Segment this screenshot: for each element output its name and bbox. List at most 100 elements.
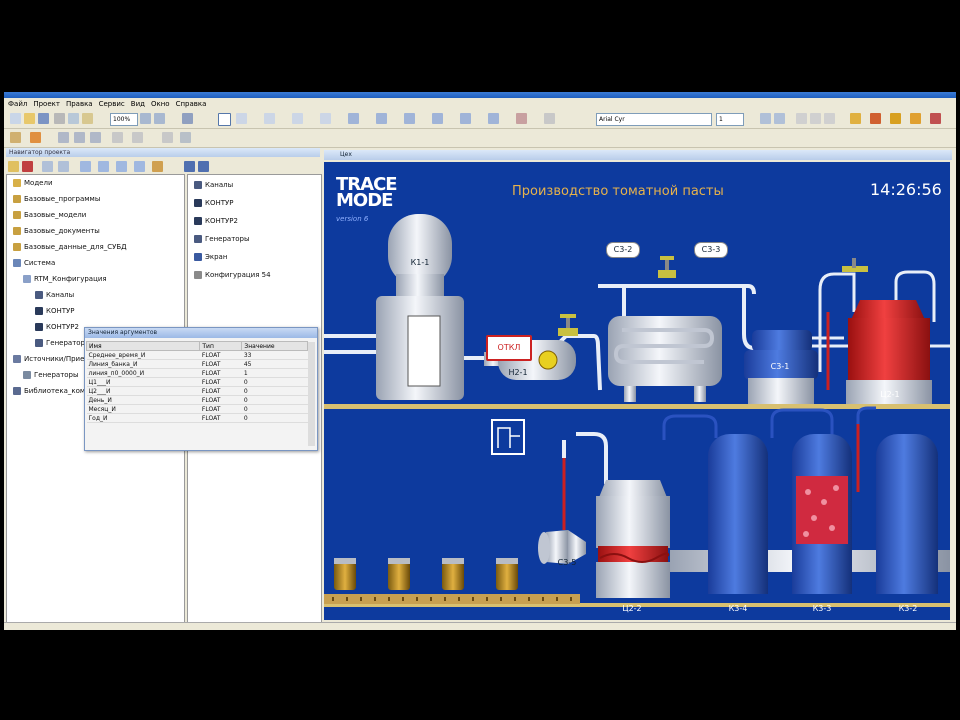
- image-tool-icon[interactable]: [348, 113, 359, 124]
- arguments-dialog[interactable]: Значения аргументов Имя Тип Значение Сре…: [84, 327, 318, 451]
- tree-paste-icon[interactable]: [58, 161, 69, 172]
- ellipse-tool-icon[interactable]: [292, 113, 303, 124]
- list-item[interactable]: КОНТУР: [194, 199, 234, 207]
- gauge-tool-icon[interactable]: [432, 113, 443, 124]
- step-icon[interactable]: [74, 132, 85, 143]
- table-row[interactable]: линия_п0_0000_И FLOAT 1: [86, 368, 308, 378]
- fill-color-icon[interactable]: [850, 113, 861, 124]
- bar-tool-icon[interactable]: [460, 113, 471, 124]
- pump-off-indicator[interactable]: ОТКЛ: [486, 335, 532, 361]
- monitor-icon[interactable]: [112, 132, 123, 143]
- paste-icon[interactable]: [82, 113, 93, 124]
- tree-view-grid-icon[interactable]: [198, 161, 209, 172]
- link-tool-icon[interactable]: [516, 113, 527, 124]
- run-icon[interactable]: [10, 132, 21, 143]
- tree-item[interactable]: Генераторы: [35, 339, 91, 347]
- new-icon[interactable]: [10, 113, 21, 124]
- cell-value[interactable]: 0: [241, 395, 308, 405]
- menu-file[interactable]: Файл: [8, 98, 27, 110]
- jar[interactable]: [442, 558, 464, 590]
- tank-ts2-2[interactable]: [596, 480, 670, 598]
- level-indicator[interactable]: [491, 419, 525, 455]
- list-item[interactable]: Генераторы: [194, 235, 250, 243]
- align-left-icon[interactable]: [760, 113, 771, 124]
- tree-item[interactable]: Система: [13, 259, 55, 267]
- tree-item[interactable]: Базовые_модели: [13, 211, 86, 219]
- table-row[interactable]: Ц1___И FLOAT 0: [86, 377, 308, 387]
- label-s3-2[interactable]: С3-2: [606, 242, 640, 258]
- grid-icon[interactable]: [182, 113, 193, 124]
- copy-icon[interactable]: [68, 113, 79, 124]
- debug-icon[interactable]: [58, 132, 69, 143]
- column-header-name[interactable]: Имя: [85, 341, 201, 351]
- cell-value[interactable]: 45: [241, 359, 308, 369]
- tree-item[interactable]: Базовые_данные_для_СУБД: [13, 243, 127, 251]
- table-tool-icon[interactable]: [488, 113, 499, 124]
- column-k3-3[interactable]: [792, 434, 852, 594]
- stop-icon[interactable]: [90, 132, 101, 143]
- text-tool-icon[interactable]: [320, 113, 331, 124]
- button-tool-icon[interactable]: [376, 113, 387, 124]
- cell-value[interactable]: 0: [241, 377, 308, 387]
- tree-item[interactable]: Базовые_программы: [13, 195, 100, 203]
- table-row[interactable]: Год_И FLOAT 0: [86, 413, 308, 423]
- column-header-type[interactable]: Тип: [199, 341, 243, 351]
- list-item[interactable]: Экран: [194, 253, 227, 261]
- open-icon[interactable]: [24, 113, 35, 124]
- zoom-out-icon[interactable]: [154, 113, 165, 124]
- layers-icon[interactable]: [930, 113, 941, 124]
- tree-item[interactable]: Генераторы: [23, 371, 79, 379]
- trend-tool-icon[interactable]: [404, 113, 415, 124]
- zoom-combo[interactable]: 100%: [110, 113, 138, 126]
- menu-project[interactable]: Проект: [33, 98, 60, 110]
- table-row[interactable]: Среднее_время_И FLOAT 33: [86, 350, 308, 360]
- font-combo[interactable]: Arial Cyr: [596, 113, 712, 126]
- tree-item[interactable]: Модели: [13, 179, 53, 187]
- tree-open-icon[interactable]: [8, 161, 19, 172]
- build-icon[interactable]: [30, 132, 41, 143]
- menu-window[interactable]: Окно: [151, 98, 170, 110]
- tree-item[interactable]: RTM_Конфигурация: [23, 275, 107, 283]
- conveyor[interactable]: [324, 594, 580, 604]
- tree-item[interactable]: КОНТУР2: [35, 323, 79, 331]
- table-row[interactable]: День_И FLOAT 0: [86, 395, 308, 405]
- tree-find-icon[interactable]: [116, 161, 127, 172]
- tree-copy-icon[interactable]: [42, 161, 53, 172]
- heat-exchanger[interactable]: [608, 316, 722, 402]
- tree-item[interactable]: КОНТУР: [35, 307, 75, 315]
- help-icon[interactable]: [162, 132, 173, 143]
- tree-item[interactable]: Базовые_документы: [13, 227, 100, 235]
- list-item[interactable]: Каналы: [194, 181, 233, 189]
- tree-sort-icon[interactable]: [134, 161, 145, 172]
- line-tool-icon[interactable]: [236, 113, 247, 124]
- table-row[interactable]: Линия_банка_И FLOAT 45: [86, 359, 308, 369]
- save-icon[interactable]: [38, 113, 49, 124]
- jar[interactable]: [496, 558, 518, 590]
- tree-delete-icon[interactable]: [22, 161, 33, 172]
- tree-view-list-icon[interactable]: [184, 161, 195, 172]
- underline-icon[interactable]: [824, 113, 835, 124]
- tree-item[interactable]: Каналы: [35, 291, 74, 299]
- cell-value[interactable]: 0: [241, 404, 308, 414]
- list-item[interactable]: КОНТУР2: [194, 217, 238, 225]
- menu-edit[interactable]: Правка: [66, 98, 93, 110]
- page-number-field[interactable]: 1: [716, 113, 744, 126]
- tree-props-icon[interactable]: [98, 161, 109, 172]
- menu-view[interactable]: Вид: [131, 98, 145, 110]
- valve-pump[interactable]: [558, 314, 578, 336]
- table-row[interactable]: Месяц_И FLOAT 0: [86, 404, 308, 414]
- valve-center[interactable]: [658, 256, 676, 278]
- menu-help[interactable]: Справка: [176, 98, 207, 110]
- search-icon[interactable]: [544, 113, 555, 124]
- zoom-in-icon[interactable]: [140, 113, 151, 124]
- cell-value[interactable]: 33: [241, 350, 308, 360]
- screen-tab[interactable]: Цех: [324, 150, 952, 160]
- export-icon[interactable]: [180, 132, 191, 143]
- table-row[interactable]: Ц2___И FLOAT 0: [86, 386, 308, 396]
- italic-icon[interactable]: [810, 113, 821, 124]
- cell-value[interactable]: 1: [241, 368, 308, 378]
- cell-value[interactable]: 0: [241, 413, 308, 423]
- column-k3-4[interactable]: [708, 434, 768, 594]
- align-center-icon[interactable]: [774, 113, 785, 124]
- font-color-icon[interactable]: [890, 113, 901, 124]
